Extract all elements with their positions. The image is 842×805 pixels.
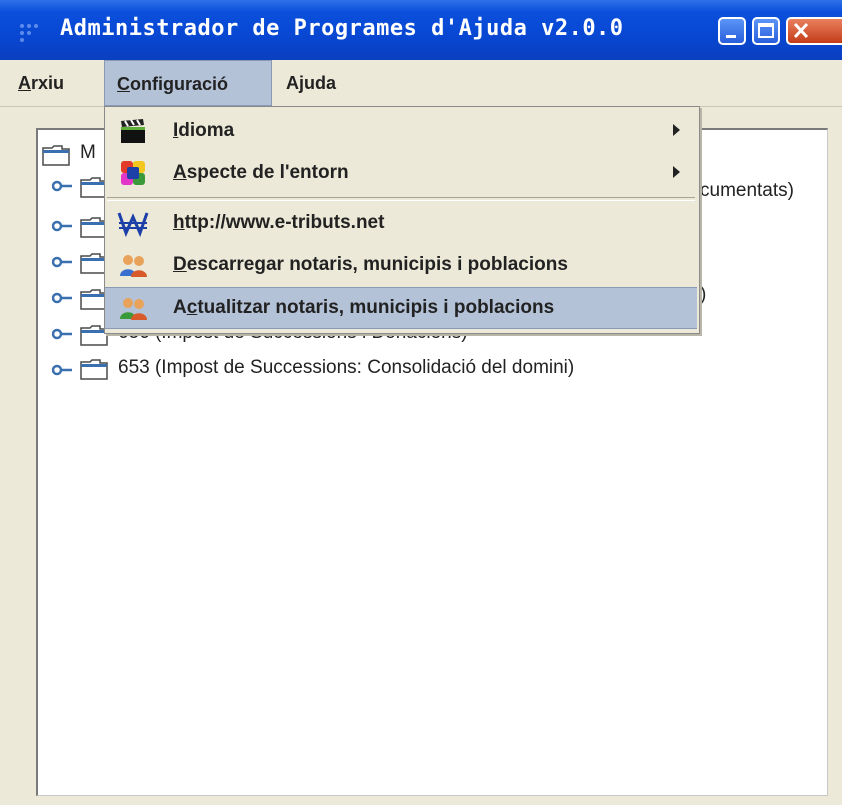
maximize-button[interactable] [752,17,780,45]
tree-root-label[interactable]: M [80,142,96,164]
menu-bar: Arxiu Configuració Ajuda [0,60,842,107]
menu-ajuda[interactable]: Ajuda [286,60,336,106]
menu-configuracio[interactable]: Configuració [104,60,272,106]
menu-item-actualitzar[interactable]: Actualitzar notaris, municipis i poblaci… [105,287,697,329]
expand-handle-icon[interactable] [52,328,74,340]
submenu-arrow-icon [673,166,680,178]
expand-handle-icon[interactable] [52,220,74,232]
close-button[interactable] [786,17,842,45]
users-update-icon [120,298,147,320]
tree-item-label[interactable]: cumentats) [700,180,794,202]
menu-item-website[interactable]: http://www.e-tributs.net [105,203,697,243]
app-icon [20,24,38,42]
expand-handle-icon[interactable] [52,364,74,376]
title-bar[interactable]: Administrador de Programes d'Ajuda v2.0.… [0,0,842,60]
maximize-icon [758,23,774,38]
window-title: Administrador de Programes d'Ajuda v2.0.… [60,16,624,41]
color-palette-icon [121,161,145,185]
clapperboard-icon [121,119,145,143]
menu-item-aspecte[interactable]: Aspecte de l'entorn [105,153,697,193]
w-logo-icon [117,212,149,238]
close-icon [793,22,809,39]
configuracio-dropdown: Idioma Aspecte de l'entorn http://www.e-… [104,106,700,334]
tree-item-label[interactable]: ) [700,284,706,306]
menu-separator [107,197,695,201]
minimize-button[interactable] [718,17,746,45]
minimize-icon [726,35,736,38]
expand-handle-icon[interactable] [52,256,74,268]
users-icon [120,255,147,277]
expand-handle-icon[interactable] [52,292,74,304]
menu-item-descarregar[interactable]: Descarregar notaris, municipis i poblaci… [105,245,697,285]
folder-icon [42,145,70,166]
menu-item-idioma[interactable]: Idioma [105,111,697,151]
folder-icon [80,359,108,380]
tree-item-label[interactable]: 653 (Impost de Successions: Consolidació… [118,357,574,379]
expand-handle-icon[interactable] [52,180,74,192]
submenu-arrow-icon [673,124,680,136]
menu-arxiu[interactable]: Arxiu [18,60,64,106]
